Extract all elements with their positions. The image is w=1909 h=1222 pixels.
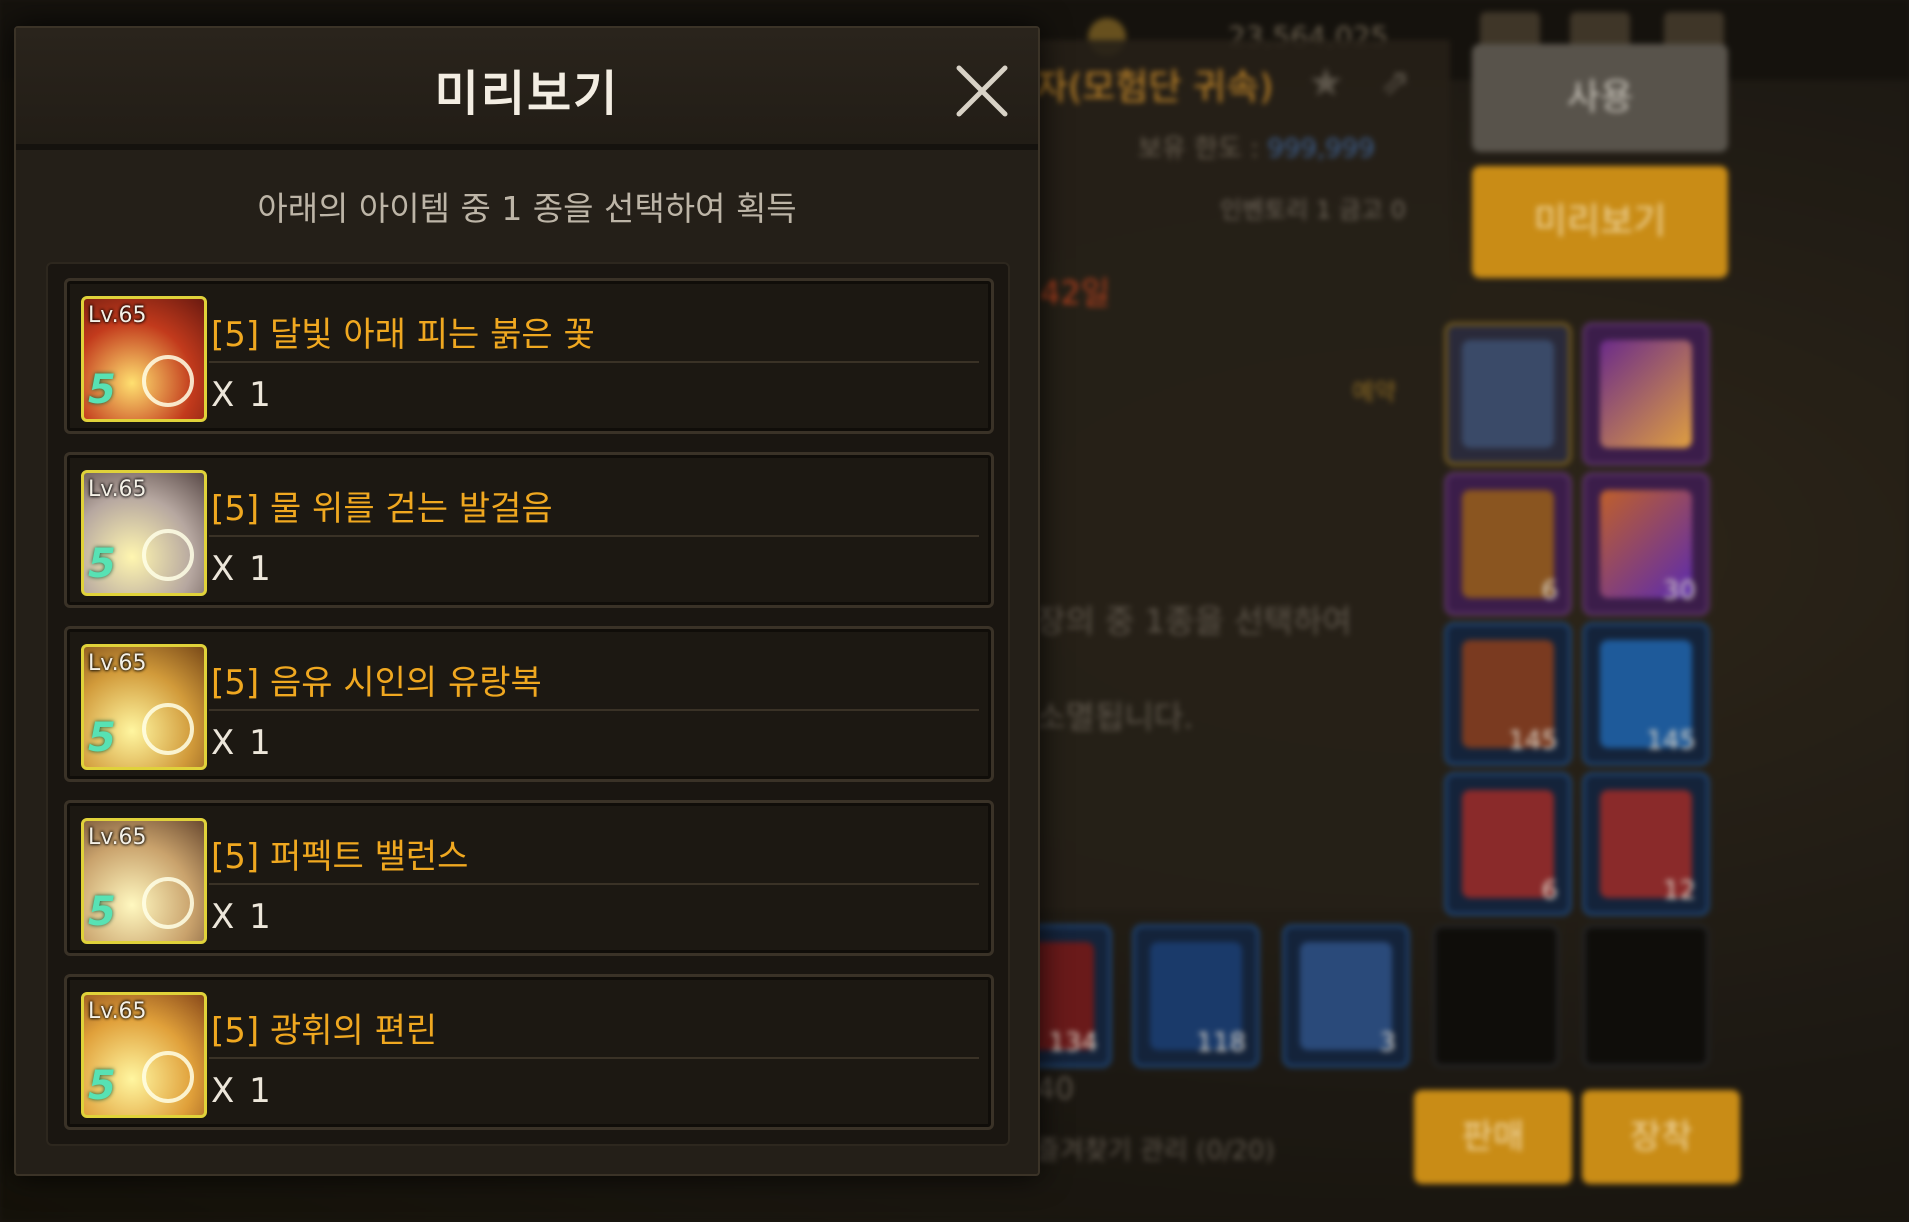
preview-modal: 미리보기 아래의 아이템 중 1 종을 선택하여 획득 Lv.65 5 [5] … — [14, 26, 1040, 1176]
inventory-slot[interactable] — [1582, 322, 1710, 466]
inventory-slot[interactable]: 118 — [1132, 924, 1260, 1068]
item-divider — [209, 535, 979, 537]
item-card-icon: Lv.65 5 — [81, 296, 207, 422]
item-name: [5] 달빛 아래 피는 붉은 꽃 — [211, 315, 595, 355]
item-divider — [209, 1057, 979, 1059]
holding-value: 999,999 — [1267, 134, 1375, 164]
list-item[interactable]: Lv.65 5 [5] 광휘의 편린 X 1 — [64, 974, 994, 1130]
days-left: 42일 — [1040, 274, 1111, 312]
inventory-slot[interactable]: 3 — [1282, 924, 1410, 1068]
list-item[interactable]: Lv.65 5 [5] 물 위를 걷는 발걸음 X 1 — [64, 452, 994, 608]
use-button[interactable]: 사용 — [1472, 44, 1728, 152]
inventory-count: 40 — [1036, 1072, 1075, 1107]
equip-button[interactable]: 장착 — [1582, 1090, 1740, 1184]
sell-button[interactable]: 판매 — [1414, 1090, 1572, 1184]
inventory-slot[interactable]: 145 — [1444, 622, 1572, 766]
inventory-slot[interactable]: 30 — [1582, 472, 1710, 616]
share-icon[interactable]: ⇗ — [1380, 62, 1410, 103]
item-divider — [209, 709, 979, 711]
favorites-manage[interactable]: 즐겨찾기 관리 (0/20) — [1036, 1130, 1275, 1167]
inventory-slot[interactable]: 6 — [1444, 472, 1572, 616]
item-list: Lv.65 5 [5] 달빛 아래 피는 붉은 꽃 X 1 Lv.65 5 [5… — [46, 262, 1010, 1146]
inventory-slot-empty[interactable] — [1432, 924, 1560, 1068]
inventory-slot[interactable]: 6 — [1444, 772, 1572, 916]
holding-label: 보유 한도 : — [1138, 134, 1259, 164]
item-name: [5] 광휘의 편린 — [211, 1011, 438, 1051]
modal-title: 미리보기 — [434, 66, 620, 122]
star-icon[interactable]: ★ — [1308, 60, 1344, 106]
description-line-1: 장의 중 1종을 선택하여 — [1036, 602, 1352, 640]
preview-button[interactable]: 미리보기 — [1472, 166, 1728, 278]
item-quantity: X 1 — [211, 1071, 273, 1111]
close-icon[interactable] — [951, 60, 1013, 122]
list-item[interactable]: Lv.65 5 [5] 퍼펙트 밸런스 X 1 — [64, 800, 994, 956]
modal-subtitle: 아래의 아이템 중 1 종을 선택하여 획득 — [257, 189, 797, 228]
item-detail-panel — [1030, 40, 1450, 910]
modal-header: 미리보기 — [16, 28, 1038, 150]
item-card-icon: Lv.65 5 — [81, 818, 207, 944]
item-quantity: X 1 — [211, 723, 273, 763]
item-divider — [209, 361, 979, 363]
item-title: 자(모험단 귀속) — [1035, 67, 1274, 108]
item-tag: 예약 — [1352, 378, 1397, 406]
inventory-info: 인벤토리 1 금고 0 — [1220, 196, 1406, 224]
item-quantity: X 1 — [211, 897, 273, 937]
item-name: [5] 퍼펙트 밸런스 — [211, 837, 469, 877]
list-item[interactable]: Lv.65 5 [5] 달빛 아래 피는 붉은 꽃 X 1 — [64, 278, 994, 434]
holding-limit: 보유 한도 : 999,999 — [1138, 128, 1375, 165]
item-card-icon: Lv.65 5 — [81, 470, 207, 596]
item-card-icon: Lv.65 5 — [81, 992, 207, 1118]
inventory-slot[interactable]: 145 — [1582, 622, 1710, 766]
item-name: [5] 음유 시인의 유랑복 — [211, 663, 542, 703]
description-line-2: 소멸됩니다. — [1036, 698, 1194, 736]
list-item[interactable]: Lv.65 5 [5] 음유 시인의 유랑복 X 1 — [64, 626, 994, 782]
item-card-icon: Lv.65 5 — [81, 644, 207, 770]
inventory-slot[interactable] — [1444, 322, 1572, 466]
inventory-slot[interactable]: 12 — [1582, 772, 1710, 916]
item-quantity: X 1 — [211, 549, 273, 589]
inventory-slot-empty[interactable] — [1582, 924, 1710, 1068]
item-divider — [209, 883, 979, 885]
item-name: [5] 물 위를 걷는 발걸음 — [211, 489, 553, 529]
item-quantity: X 1 — [211, 375, 273, 415]
